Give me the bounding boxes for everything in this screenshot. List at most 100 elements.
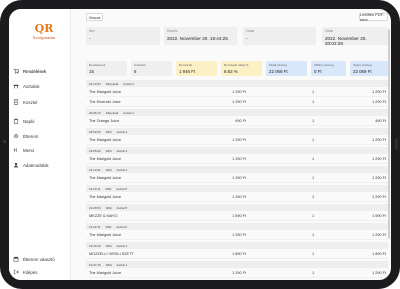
order-chip: Kártyával xyxy=(105,110,119,115)
info-label: Kezdés xyxy=(167,29,178,33)
sidebar-item-asztalok[interactable]: Asztalok xyxy=(13,81,69,91)
sidebar-item-label: Étterem xyxy=(23,133,39,139)
order-chip: 19:10:31 xyxy=(89,167,101,172)
info-value: - xyxy=(89,36,91,41)
stat-online-sum: Oldal összeg 22 069 Ft xyxy=(266,61,307,76)
order-chip: Asztal 3 xyxy=(116,148,128,153)
stat-label: Asztalok xyxy=(134,63,146,67)
order-chip: 19:13:54 xyxy=(89,81,101,86)
order-chip: Asztal 6 xyxy=(116,224,127,229)
stat-value: 15 xyxy=(89,69,94,74)
order-group-header: 19:13:54 Kártyával Asztal 4 xyxy=(86,80,388,87)
order-group-header: 19:28:54 Wild Asztal 5 xyxy=(86,204,388,211)
order-chip: 19:05:00 xyxy=(89,148,101,153)
sidebar: QR Szolgalatas Rendelések Asztalok Koszt… xyxy=(9,9,71,280)
info-label: Név xyxy=(89,29,95,33)
order-chip: Wild xyxy=(105,148,112,153)
info-label: Zárás xyxy=(246,29,255,33)
logo-subtext: Szolgalatas xyxy=(32,35,56,40)
item-quantity: 1 xyxy=(312,195,315,199)
order-chip: Asztal 3 xyxy=(116,167,128,172)
item-name: MEZZE & MAYO xyxy=(89,214,118,218)
tablet-frame: QR Szolgalatas Rendelések Asztalok Koszt… xyxy=(0,0,400,289)
order-group: 19:20:11 Wild Asztal 5 The Marigold Juice 1 … xyxy=(86,185,388,204)
item-name: The Emerald Juice xyxy=(89,100,121,104)
sidebar-item-kilepes[interactable]: Kilépés xyxy=(13,267,69,277)
back-button[interactable]: Vissza xyxy=(86,13,103,21)
stat-value: 0 Ft xyxy=(314,69,322,74)
sidebar-item-kosztel[interactable]: Kosztel xyxy=(13,97,69,107)
app-logo: QR Szolgalatas xyxy=(31,23,57,43)
order-chip: Asztal 1 xyxy=(123,110,134,115)
item-price: 1 290 Ft xyxy=(232,138,246,142)
order-row: MOZZELLI VIRSLI SZETT 1 890 Ft 1 1 890 Ft xyxy=(86,250,388,259)
item-total: 1 290 Ft xyxy=(372,90,386,94)
item-price: 1 290 Ft xyxy=(232,157,246,161)
info-card-name: Név - xyxy=(86,27,160,45)
item-name: The Marigold Juice xyxy=(89,176,122,180)
order-chip: 20:06:13 xyxy=(89,110,101,115)
sidebar-item-label: Asztalok xyxy=(23,83,40,89)
item-name: The Marigold Juice xyxy=(89,271,122,275)
screen: QR Szolgalatas Rendelések Asztalok Koszt… xyxy=(9,9,391,280)
order-group: 18:52:06 Wild Asztal 4 The Marigold Juice 1 … xyxy=(86,128,388,147)
sidebar-item-adatmodulok[interactable]: Adatmodülok xyxy=(13,160,69,170)
sidebar-item-label: Napló xyxy=(23,118,35,124)
item-total: 1 290 Ft xyxy=(372,233,386,237)
sidebar-item-etterem-valaszto[interactable]: Étterem váasztó xyxy=(13,254,69,264)
receipt-icon xyxy=(13,99,19,105)
logo-text: QR xyxy=(34,22,54,35)
scrollbar[interactable] xyxy=(388,29,390,239)
order-row: The Marigold Juice 1 290 Ft 1 1 290 Ft xyxy=(86,155,388,164)
order-group-header: 19:47:15 Wild Asztal 1 xyxy=(86,261,388,268)
item-quantity: 1 xyxy=(312,271,315,275)
order-group: 19:05:00 Wild Asztal 3 The Marigold Juice 1 … xyxy=(86,147,388,166)
item-price: 1 890 Ft xyxy=(232,252,246,256)
item-quantity: 1 xyxy=(312,90,315,94)
info-value: 2022. November 20. 20:02:29 xyxy=(325,36,367,46)
info-value: - xyxy=(246,36,248,41)
stat-orders: Rendelések 15 xyxy=(86,61,127,76)
order-row: MEZZE & MAYO 1 590 Ft 1 1 590 Ft xyxy=(86,212,388,221)
sidebar-item-naplo[interactable]: Napló xyxy=(13,116,69,126)
item-quantity: 1 xyxy=(312,100,315,104)
sidebar-item-label: Adatmodülok xyxy=(23,162,49,168)
item-total: 1 290 Ft xyxy=(372,195,386,199)
stat-value: 22 069 Ft xyxy=(269,69,288,74)
item-total: 1 290 Ft xyxy=(372,157,386,161)
order-chip: Asztal 4 xyxy=(123,81,134,86)
order-chip: 19:20:11 xyxy=(89,186,101,191)
shopping-cart-icon xyxy=(13,68,19,74)
item-name: MOZZELLI VIRSLI SZETT xyxy=(89,252,134,256)
stat-label: Offline összeg xyxy=(314,63,334,67)
item-total: 1 290 Ft xyxy=(372,138,386,142)
sidebar-item-rendelesek[interactable]: Rendelések xyxy=(13,66,69,76)
sidebar-item-menu[interactable]: Menü xyxy=(13,145,69,155)
order-chip: Wild xyxy=(105,224,112,229)
item-quantity: 1 xyxy=(312,157,315,161)
order-chip: Asztal 1 xyxy=(116,262,128,267)
order-group: 19:47:15 Wild Asztal 1 The Marigold Juice 1 … xyxy=(86,261,388,280)
order-row: The Emerald Juice 1 290 Ft 1 1 290 Ft xyxy=(86,98,388,107)
order-chip: Wild xyxy=(105,186,112,191)
download-pdf-button[interactable]: Letöltés PDF-ként xyxy=(359,12,388,22)
order-group: 19:10:31 Wild Asztal 3 The Marigold Juice 1 … xyxy=(86,166,388,185)
item-quantity: 1 xyxy=(312,176,315,180)
stat-value: 1 946 Ft xyxy=(179,69,196,74)
order-chip: 18:52:06 xyxy=(89,129,101,134)
sidebar-item-label: Étterem váasztó xyxy=(23,256,55,262)
sidebar-item-label: Kilépés xyxy=(23,269,38,275)
order-group: 19:13:54 Kártyával Asztal 4 The Marigold Ju… xyxy=(86,80,388,109)
home-button xyxy=(395,138,398,150)
sidebar-item-etterem[interactable]: Étterem xyxy=(13,131,69,141)
sidebar-item-label: Menü xyxy=(23,147,34,153)
order-list: 19:13:54 Kártyával Asztal 4 The Marigold Ju… xyxy=(86,80,388,280)
camera-dot xyxy=(3,140,6,143)
order-group-header: 18:52:06 Wild Asztal 4 xyxy=(86,128,388,135)
info-card-start: Kezdés 2022. November 20. 19:44:25 xyxy=(164,27,237,45)
stat-label: Rendelések xyxy=(89,63,106,67)
order-group-header: 19:32:11 Wild Asztal 6 xyxy=(86,223,388,230)
order-chip: Asztal 4 xyxy=(116,129,128,134)
stat-tip: Borravaló 1 946 Ft xyxy=(176,61,217,76)
info-card-end: Zárás - xyxy=(243,27,316,45)
